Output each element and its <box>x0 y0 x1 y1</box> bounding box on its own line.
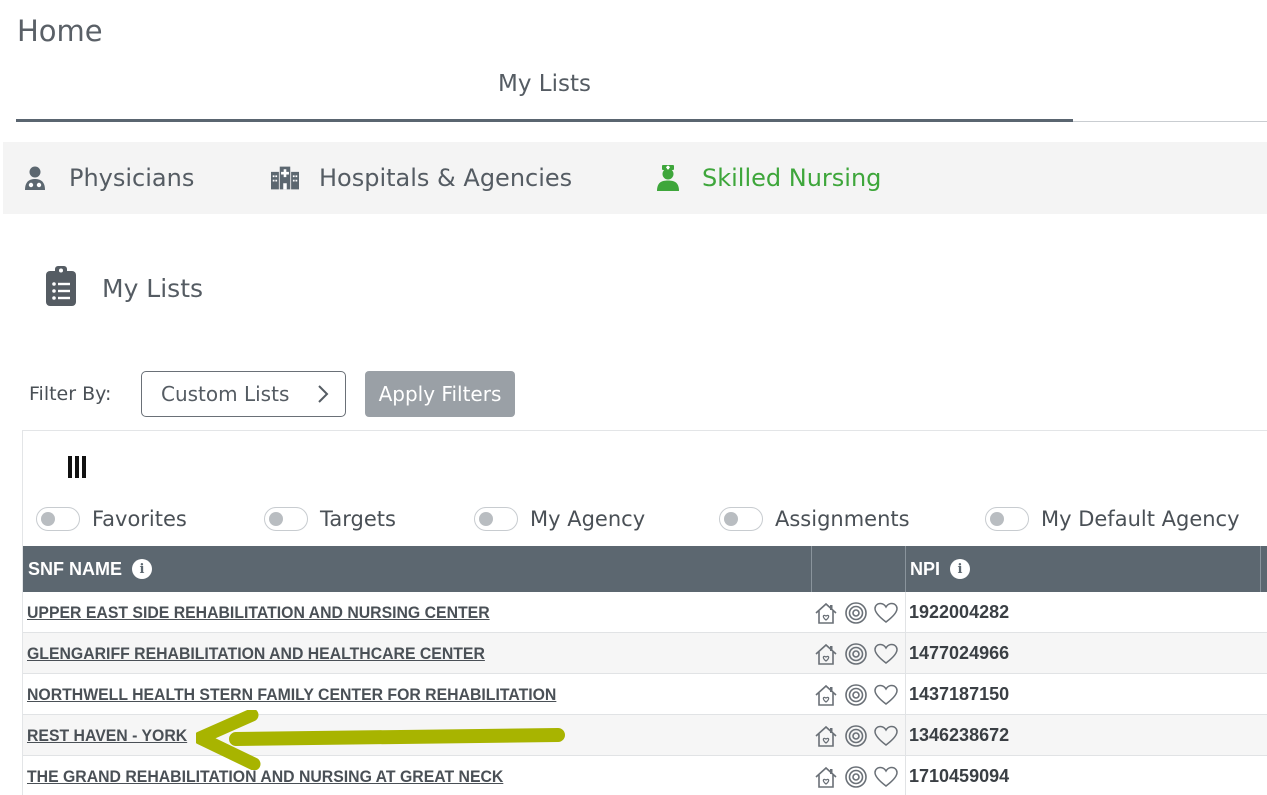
hospital-icon <box>271 164 299 192</box>
row-actions <box>813 641 899 667</box>
category-bar: Physicians Hospitals & Agencies Skilled … <box>3 142 1267 214</box>
toggle-my-agency-label: My Agency <box>530 507 646 531</box>
apply-filters-button[interactable]: Apply Filters <box>365 371 515 417</box>
column-divider <box>905 674 906 715</box>
home-heart-icon[interactable] <box>813 764 839 790</box>
heart-icon[interactable] <box>873 682 899 708</box>
toggle-assignments[interactable]: Assignments <box>719 503 910 535</box>
home-heart-icon[interactable] <box>813 641 839 667</box>
npi-value: 1922004282 <box>909 602 1010 622</box>
table-row: UPPER EAST SIDE REHABILITATION AND NURSI… <box>23 592 1267 633</box>
row-actions <box>813 764 899 790</box>
category-hospitals-agencies[interactable]: Hospitals & Agencies <box>271 142 572 214</box>
column-divider <box>1260 546 1261 592</box>
columns-icon[interactable] <box>68 456 86 482</box>
heart-icon[interactable] <box>873 723 899 749</box>
snf-name-link[interactable]: GLENGARIFF REHABILITATION AND HEALTHCARE… <box>27 633 485 674</box>
toggle-favorites-label: Favorites <box>92 507 187 531</box>
target-icon[interactable] <box>843 764 869 790</box>
grid-header: SNF NAME i NPI i <box>23 546 1267 592</box>
filter-row: Filter By: Custom Lists Apply Filters <box>29 371 515 417</box>
toggle-targets[interactable]: Targets <box>264 503 396 535</box>
category-physicians[interactable]: Physicians <box>21 142 194 214</box>
custom-lists-label: Custom Lists <box>161 382 290 406</box>
info-icon[interactable]: i <box>132 559 152 579</box>
annotation-arrow <box>196 710 565 770</box>
targets-switch[interactable] <box>264 507 308 531</box>
category-hospitals-agencies-label: Hospitals & Agencies <box>319 164 573 192</box>
npi-value: 1437187150 <box>909 684 1010 704</box>
column-header-npi-label: NPI <box>910 558 941 579</box>
target-icon[interactable] <box>843 641 869 667</box>
page-title: Home <box>17 14 103 48</box>
toggle-favorites[interactable]: Favorites <box>36 503 187 535</box>
tab-bar-underline <box>1073 121 1267 122</box>
target-icon[interactable] <box>843 682 869 708</box>
heart-icon[interactable] <box>873 600 899 626</box>
toggle-my-default-agency[interactable]: My Default Agency <box>985 503 1240 535</box>
tab-bar: My Lists <box>16 64 1267 124</box>
home-heart-icon[interactable] <box>813 682 839 708</box>
column-divider <box>905 592 906 633</box>
target-icon[interactable] <box>843 723 869 749</box>
npi-value: 1710459094 <box>909 766 1010 786</box>
home-heart-icon[interactable] <box>813 723 839 749</box>
chevron-right-icon <box>317 384 329 409</box>
column-divider <box>905 756 906 795</box>
toggle-my-agency[interactable]: My Agency <box>474 503 645 535</box>
table-row: NORTHWELL HEALTH STERN FAMILY CENTER FOR… <box>23 674 1267 715</box>
physician-icon <box>21 164 49 192</box>
home-heart-icon[interactable] <box>813 600 839 626</box>
column-divider <box>811 546 812 592</box>
tab-my-lists-label: My Lists <box>498 71 591 97</box>
snf-name-link[interactable]: UPPER EAST SIDE REHABILITATION AND NURSI… <box>27 592 490 633</box>
row-actions <box>813 723 899 749</box>
toggle-assignments-label: Assignments <box>775 507 910 531</box>
toggle-my-default-agency-label: My Default Agency <box>1041 507 1240 531</box>
section-title: My Lists <box>102 273 204 303</box>
custom-lists-button[interactable]: Custom Lists <box>141 371 346 417</box>
column-divider <box>905 715 906 756</box>
table-row: GLENGARIFF REHABILITATION AND HEALTHCARE… <box>23 633 1267 674</box>
my-agency-switch[interactable] <box>474 507 518 531</box>
heart-icon[interactable] <box>873 641 899 667</box>
column-divider <box>905 546 906 592</box>
category-skilled-nursing-label: Skilled Nursing <box>702 164 882 192</box>
tab-my-lists[interactable]: My Lists <box>16 64 1073 122</box>
column-header-snf-name[interactable]: SNF NAME i <box>28 546 152 592</box>
toggle-targets-label: Targets <box>320 507 396 531</box>
snf-name-link[interactable]: REST HAVEN - YORK <box>27 715 187 756</box>
favorites-switch[interactable] <box>36 507 80 531</box>
category-skilled-nursing[interactable]: Skilled Nursing <box>654 142 881 214</box>
filter-by-label: Filter By: <box>29 383 112 405</box>
column-header-npi[interactable]: NPI i <box>910 546 971 592</box>
heart-icon[interactable] <box>873 764 899 790</box>
snf-name-link[interactable]: NORTHWELL HEALTH STERN FAMILY CENTER FOR… <box>27 674 556 715</box>
section-header: My Lists <box>46 266 203 310</box>
clipboard-list-icon <box>46 266 76 310</box>
target-icon[interactable] <box>843 600 869 626</box>
row-actions <box>813 600 899 626</box>
npi-value: 1346238672 <box>909 725 1010 745</box>
assignments-switch[interactable] <box>719 507 763 531</box>
toggle-row: Favorites Targets My Agency Assignments … <box>23 503 1267 535</box>
category-physicians-label: Physicians <box>69 164 195 192</box>
info-icon[interactable]: i <box>950 559 971 579</box>
my-default-agency-switch[interactable] <box>985 507 1029 531</box>
nurse-icon <box>654 164 682 192</box>
npi-value: 1477024966 <box>909 643 1010 663</box>
column-divider <box>905 633 906 674</box>
column-header-snf-name-label: SNF NAME <box>28 558 122 579</box>
row-actions <box>813 682 899 708</box>
